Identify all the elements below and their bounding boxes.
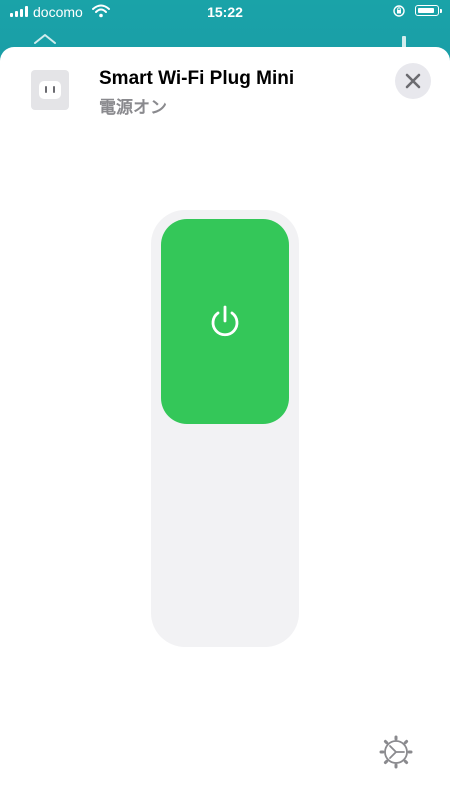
status-bar: docomo 15:22: [0, 0, 450, 24]
orientation-lock-icon: [393, 5, 405, 17]
power-toggle-button[interactable]: [161, 219, 289, 424]
device-status: 電源オン: [99, 98, 167, 117]
close-icon: [405, 73, 421, 89]
status-time: 15:22: [207, 4, 243, 20]
close-button[interactable]: [395, 63, 431, 99]
battery-level: [417, 7, 434, 13]
outlet-icon: [31, 70, 69, 110]
home-app-screen: docomo 15:22 Smart Wi-Fi Plug Mini 電源オン: [0, 0, 450, 800]
gear-icon[interactable]: [379, 735, 413, 769]
battery-icon: [415, 5, 442, 16]
power-icon: [211, 305, 239, 337]
device-name: Smart Wi-Fi Plug Mini: [99, 68, 295, 89]
